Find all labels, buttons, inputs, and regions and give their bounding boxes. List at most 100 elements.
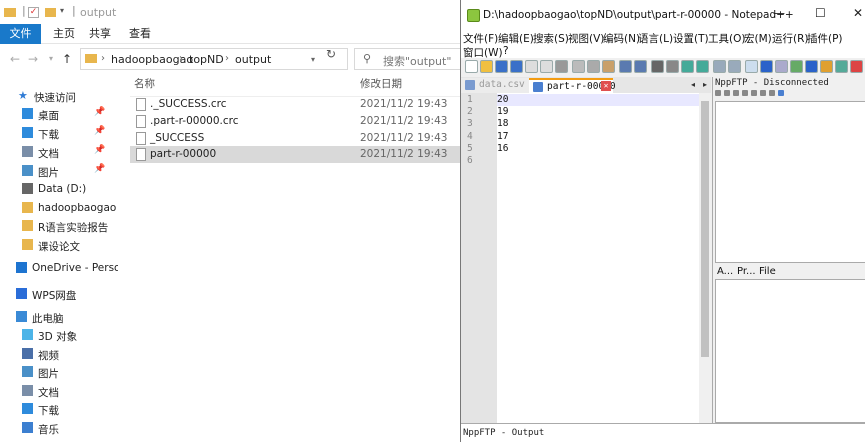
zoom-out-icon[interactable]: [696, 60, 709, 73]
nav-item[interactable]: 此电脑: [0, 308, 118, 326]
connect-icon[interactable]: [715, 90, 721, 96]
close-icon[interactable]: ✕: [853, 6, 863, 20]
refresh-icon[interactable]: ↻: [326, 47, 336, 61]
nav-item[interactable]: 课设论文: [0, 236, 118, 254]
search-box[interactable]: ⚲ 搜索"output": [354, 48, 464, 70]
tab-scroll-left-icon[interactable]: ◂: [688, 80, 698, 91]
message-icon[interactable]: [778, 90, 784, 96]
scrollbar-thumb[interactable]: [701, 101, 709, 357]
nav-item[interactable]: 文档: [0, 382, 118, 400]
nav-item[interactable]: ★ 快速访问: [0, 87, 118, 105]
column-header-action[interactable]: A...: [717, 266, 733, 277]
breadcrumb-separator-icon[interactable]: ›: [101, 53, 105, 64]
menu-item[interactable]: 插件(P): [807, 31, 843, 46]
nav-item[interactable]: hadoopbaogao: [0, 199, 118, 217]
breadcrumb-output[interactable]: output: [235, 53, 271, 66]
save-all-icon[interactable]: [510, 60, 523, 73]
vertical-scrollbar[interactable]: [699, 93, 711, 423]
nav-item[interactable]: 视频: [0, 345, 118, 363]
disconnect-icon[interactable]: [724, 90, 730, 96]
nav-item[interactable]: 图片: [0, 363, 118, 381]
column-header-file[interactable]: File: [759, 266, 776, 277]
tab-view[interactable]: 查看: [122, 24, 158, 44]
replace-icon[interactable]: [666, 60, 679, 73]
menu-item[interactable]: 设置(T): [673, 31, 709, 46]
tab-share[interactable]: 共享: [82, 24, 118, 44]
nav-item[interactable]: 3D 对象: [0, 326, 118, 344]
menu-item[interactable]: 编码(N): [603, 31, 640, 46]
function-list-icon[interactable]: [805, 60, 818, 73]
editor-area[interactable]: 123456 20 19 18 17 16: [461, 93, 711, 423]
nav-item[interactable]: 音乐: [0, 419, 118, 437]
up-arrow-icon[interactable]: ↑: [60, 52, 74, 66]
file-row[interactable]: part-r-00000 2021/11/2 19:43: [130, 146, 460, 163]
column-header-modified[interactable]: 修改日期: [360, 76, 402, 91]
upload-icon[interactable]: [742, 90, 748, 96]
new-file-icon[interactable]: [465, 60, 478, 73]
show-all-chars-icon[interactable]: [760, 60, 773, 73]
settings-icon[interactable]: [769, 90, 775, 96]
menu-item[interactable]: ?: [503, 45, 509, 57]
close-all-icon[interactable]: [540, 60, 553, 73]
tab-close-icon[interactable]: ✕: [601, 81, 611, 91]
nppftp-folder-tree[interactable]: [715, 101, 865, 263]
tab-home[interactable]: 主页: [46, 24, 82, 44]
undo-icon[interactable]: [619, 60, 632, 73]
menu-item[interactable]: 搜索(S): [533, 31, 569, 46]
tab-data-csv[interactable]: data.csv: [461, 78, 529, 93]
file-row[interactable]: _SUCCESS 2021/11/2 19:43: [130, 130, 460, 147]
nav-item[interactable]: 图片 📌: [0, 162, 118, 180]
menu-item[interactable]: 工具(O): [708, 31, 745, 46]
menu-item[interactable]: 视图(V): [568, 31, 604, 46]
copy-icon[interactable]: [587, 60, 600, 73]
nav-item[interactable]: WPS网盘: [0, 285, 118, 303]
monitor-icon[interactable]: [835, 60, 848, 73]
menu-item[interactable]: 编辑(E): [498, 31, 534, 46]
sync-horizontal-icon[interactable]: [728, 60, 741, 73]
menu-item[interactable]: 宏(M): [744, 31, 772, 46]
nav-item[interactable]: 下载 📌: [0, 124, 118, 142]
back-arrow-icon[interactable]: ←: [8, 52, 22, 66]
menu-item[interactable]: 语言(L): [638, 31, 673, 46]
breadcrumb-separator-icon[interactable]: ›: [225, 53, 229, 64]
breadcrumb-topnd[interactable]: topND: [189, 53, 224, 66]
menu-item[interactable]: 文件(F): [463, 31, 498, 46]
nav-item[interactable]: 下载: [0, 400, 118, 418]
close-icon[interactable]: [525, 60, 538, 73]
properties-check-icon[interactable]: ✓: [28, 7, 39, 18]
save-icon[interactable]: [495, 60, 508, 73]
word-wrap-icon[interactable]: [745, 60, 758, 73]
column-header-progress[interactable]: Pr...: [737, 266, 756, 277]
file-row[interactable]: ._SUCCESS.crc 2021/11/2 19:43: [130, 96, 460, 113]
recent-locations-chevron-icon[interactable]: ▾: [44, 52, 58, 66]
sync-vertical-icon[interactable]: [713, 60, 726, 73]
find-icon[interactable]: [651, 60, 664, 73]
download-icon[interactable]: [733, 90, 739, 96]
nppftp-queue-list[interactable]: [715, 279, 865, 423]
minimize-icon[interactable]: —: [773, 6, 785, 20]
print-icon[interactable]: [555, 60, 568, 73]
nav-item[interactable]: R语言实验报告: [0, 217, 118, 235]
tab-scroll-right-icon[interactable]: ▸: [700, 80, 710, 91]
zoom-in-icon[interactable]: [681, 60, 694, 73]
doc-map-icon[interactable]: [790, 60, 803, 73]
tab-file[interactable]: 文件: [0, 24, 41, 44]
quick-access-toolbar-dropdown-icon[interactable]: ▾: [60, 6, 64, 15]
new-folder-icon[interactable]: [45, 8, 56, 17]
tab-part-r-00000[interactable]: part-r-00000 ✕: [529, 78, 616, 93]
maximize-icon[interactable]: ☐: [815, 6, 826, 20]
breadcrumb-separator-icon[interactable]: ›: [179, 53, 183, 64]
column-header-name[interactable]: 名称: [134, 76, 155, 91]
file-row[interactable]: .part-r-00000.crc 2021/11/2 19:43: [130, 113, 460, 130]
forward-arrow-icon[interactable]: →: [26, 52, 40, 66]
address-bar[interactable]: › hadoopbaogao › topND › output ▾: [80, 48, 348, 70]
indent-guide-icon[interactable]: [775, 60, 788, 73]
nav-item[interactable]: OneDrive - Perso: [0, 259, 118, 277]
redo-icon[interactable]: [634, 60, 647, 73]
address-dropdown-icon[interactable]: ▾: [311, 55, 315, 64]
open-file-icon[interactable]: [480, 60, 493, 73]
record-macro-icon[interactable]: [850, 60, 863, 73]
nav-item[interactable]: 桌面 📌: [0, 105, 118, 123]
abort-icon[interactable]: [760, 90, 766, 96]
cut-icon[interactable]: [572, 60, 585, 73]
